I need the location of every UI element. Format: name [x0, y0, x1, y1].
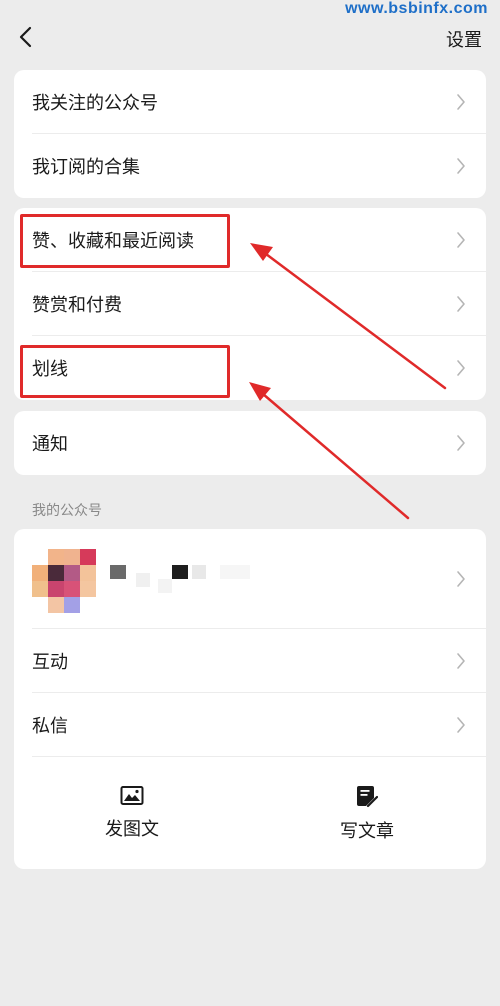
subscribed-collections-item[interactable]: 我订阅的合集 — [14, 134, 486, 198]
write-article-label: 写文章 — [340, 821, 394, 842]
row-label: 互动 — [32, 652, 68, 673]
watermark: www.bsbinfx.com — [345, 0, 488, 17]
post-image-label: 发图文 — [105, 819, 159, 840]
row-label: 我订阅的合集 — [32, 157, 140, 178]
my-account-card: 互动 私信 发图文 写文章 — [14, 529, 486, 869]
top-bar: 设置 — [0, 20, 500, 56]
followed-accounts-item[interactable]: 我关注的公众号 — [14, 70, 486, 134]
chevron-right-icon — [457, 94, 465, 110]
private-messages-item[interactable]: 私信 — [14, 693, 486, 757]
chevron-right-icon — [457, 571, 465, 587]
chevron-right-icon — [457, 360, 465, 376]
chevron-right-icon — [457, 158, 465, 174]
quick-actions: 发图文 写文章 — [14, 757, 486, 869]
interactions-item[interactable]: 互动 — [14, 629, 486, 693]
highlight-box — [20, 214, 230, 268]
row-label: 通知 — [32, 434, 68, 455]
rewards-payments-item[interactable]: 赞赏和付费 — [14, 272, 486, 336]
chevron-right-icon — [457, 232, 465, 248]
section-label: 我的公众号 — [32, 503, 102, 519]
page-title: 设置 — [446, 30, 482, 51]
subscriptions-card: 我关注的公众号 我订阅的合集 — [14, 70, 486, 198]
edit-document-icon — [357, 786, 378, 808]
row-label: 赞赏和付费 — [32, 295, 122, 316]
chevron-right-icon — [457, 653, 465, 669]
avatar — [32, 549, 96, 613]
chevron-right-icon — [457, 296, 465, 312]
chevron-left-icon — [19, 26, 32, 48]
highlight-box — [20, 345, 230, 398]
back-button[interactable] — [14, 22, 40, 52]
row-label: 我关注的公众号 — [32, 93, 158, 114]
write-article-button[interactable]: 写文章 — [287, 785, 447, 843]
post-image-button[interactable]: 发图文 — [52, 785, 212, 841]
notifications-card: 通知 — [14, 411, 486, 475]
notifications-item[interactable]: 通知 — [14, 411, 486, 475]
chevron-right-icon — [457, 717, 465, 733]
row-label: 私信 — [32, 716, 68, 737]
account-profile-item[interactable] — [14, 529, 486, 629]
chevron-right-icon — [457, 435, 465, 451]
image-icon — [120, 786, 144, 805]
account-name-placeholder — [106, 565, 256, 595]
